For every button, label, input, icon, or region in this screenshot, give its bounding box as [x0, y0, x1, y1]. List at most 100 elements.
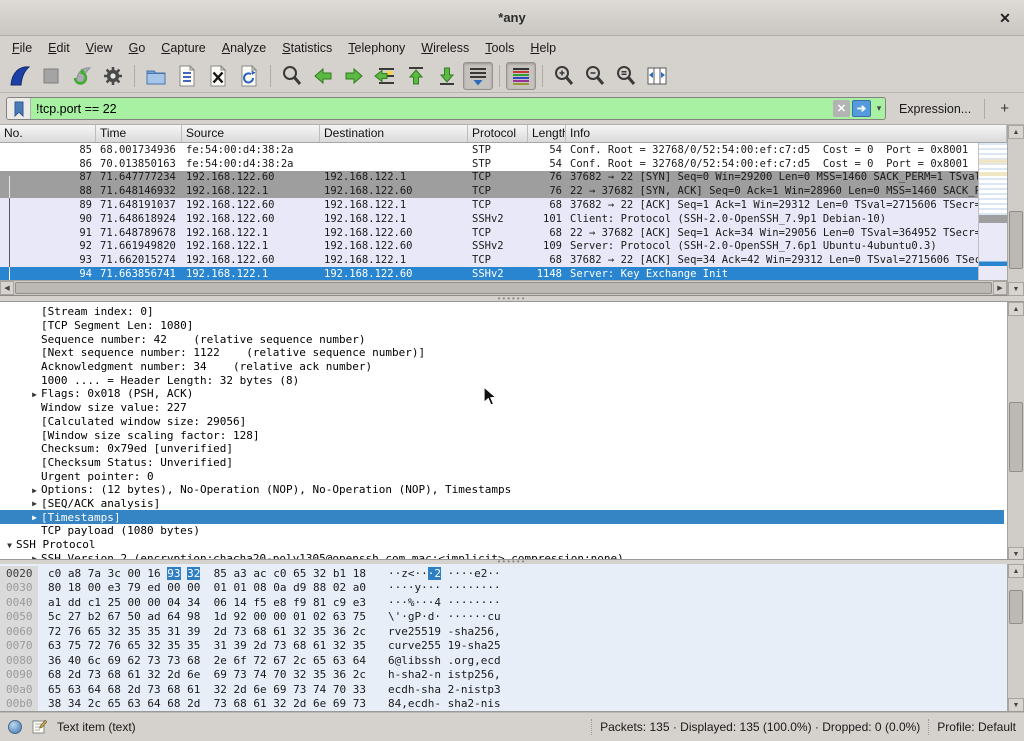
capture-comment-icon[interactable] [32, 719, 47, 734]
menu-tools[interactable]: Tools [477, 38, 522, 58]
capture-start-button[interactable] [5, 62, 35, 90]
hex-row[interactable]: 009068 2d 73 68 61 32 2d 6e 69 73 74 70 … [0, 668, 1004, 683]
capture-stop-button[interactable] [36, 62, 66, 90]
menu-capture[interactable]: Capture [153, 38, 213, 58]
detail-row[interactable]: TCP payload (1080 bytes) [0, 524, 1004, 538]
expand-collapsed-icon[interactable]: ▶ [28, 512, 41, 522]
hex-row[interactable]: 0020c0 a8 7a 3c 00 16 93 32 85 a3 ac c0 … [0, 566, 1004, 581]
scroll-down-arrow-icon[interactable]: ▼ [1008, 547, 1024, 560]
expert-info-icon[interactable] [8, 720, 22, 734]
column-header-time[interactable]: Time [96, 125, 182, 142]
scroll-down-arrow-icon[interactable]: ▼ [1008, 282, 1024, 296]
hex-row[interactable]: 00b038 34 2c 65 63 64 68 2d 73 68 61 32 … [0, 697, 1004, 712]
packet-row[interactable]: 8670.013850163fe:54:00:d4:38:2aSTP54Conf… [0, 157, 978, 171]
scroll-up-arrow-icon[interactable]: ▲ [1008, 302, 1024, 316]
expand-collapsed-icon[interactable]: ▶ [28, 389, 41, 399]
scroll-down-arrow-icon[interactable]: ▼ [1008, 698, 1024, 712]
detail-row[interactable]: Acknowledgment number: 34 (relative ack … [0, 360, 1004, 374]
capture-options-button[interactable] [98, 62, 128, 90]
packet-list-minimap[interactable] [978, 143, 1007, 281]
detail-row[interactable]: ▼SSH Protocol [0, 538, 1004, 552]
column-header-source[interactable]: Source [182, 125, 320, 142]
scrollbar-thumb[interactable] [15, 282, 992, 294]
detail-row[interactable]: [TCP Segment Len: 1080] [0, 319, 1004, 333]
find-packet-button[interactable] [277, 62, 307, 90]
detail-row[interactable]: [Next sequence number: 1122 (relative se… [0, 346, 1004, 360]
scrollbar-thumb[interactable] [1009, 402, 1023, 472]
packet-row[interactable]: 8771.647777234192.168.122.60192.168.122.… [0, 171, 978, 185]
file-save-button[interactable] [172, 62, 202, 90]
column-header-protocol[interactable]: Protocol [468, 125, 528, 142]
go-last-packet-button[interactable] [432, 62, 462, 90]
detail-row[interactable]: ▶Options: (12 bytes), No-Operation (NOP)… [0, 483, 1004, 497]
colorize-toggle-button[interactable] [506, 62, 536, 90]
packet-row[interactable]: 8871.648146932192.168.122.1192.168.122.6… [0, 184, 978, 198]
details-vertical-scrollbar[interactable]: ▲ ▼ [1007, 302, 1024, 560]
menu-go[interactable]: Go [121, 38, 154, 58]
display-filter-input[interactable] [31, 98, 833, 119]
menu-telephony[interactable]: Telephony [340, 38, 413, 58]
file-reload-button[interactable] [234, 62, 264, 90]
go-first-packet-button[interactable] [401, 62, 431, 90]
hex-row[interactable]: 00505c 27 b2 67 50 ad 64 98 1d 92 00 00 … [0, 610, 1004, 625]
detail-row[interactable]: Sequence number: 42 (relative sequence n… [0, 332, 1004, 346]
column-header-info[interactable]: Info [566, 125, 1007, 142]
bytes-vertical-scrollbar[interactable]: ▲ ▼ [1007, 564, 1024, 712]
column-header-length[interactable]: Length [528, 125, 566, 142]
column-header-no[interactable]: No. [0, 125, 96, 142]
expand-expanded-icon[interactable]: ▼ [3, 540, 16, 550]
file-close-button[interactable] [203, 62, 233, 90]
hex-row[interactable]: 003080 18 00 e3 79 ed 00 00 01 01 08 0a … [0, 581, 1004, 596]
detail-row[interactable]: 1000 .... = Header Length: 32 bytes (8) [0, 373, 1004, 387]
expression-button[interactable]: Expression... [892, 99, 978, 119]
packet-row[interactable]: 9471.663856741192.168.122.1192.168.122.6… [0, 267, 978, 281]
packet-row[interactable]: 8568.001734936fe:54:00:d4:38:2aSTP54Conf… [0, 143, 978, 157]
go-forward-button[interactable] [339, 62, 369, 90]
close-window-button[interactable]: ✕ [995, 8, 1015, 28]
resize-columns-button[interactable] [642, 62, 672, 90]
add-filter-button[interactable]: + [991, 100, 1018, 117]
menu-wireless[interactable]: Wireless [413, 38, 477, 58]
go-to-packet-button[interactable] [370, 62, 400, 90]
expand-collapsed-icon[interactable]: ▶ [28, 485, 41, 495]
menu-analyze[interactable]: Analyze [214, 38, 274, 58]
capture-restart-button[interactable] [67, 62, 97, 90]
packet-row[interactable]: 9171.648789678192.168.122.1192.168.122.6… [0, 226, 978, 240]
expand-collapsed-icon[interactable]: ▶ [28, 498, 41, 508]
menu-view[interactable]: View [78, 38, 121, 58]
scroll-up-arrow-icon[interactable]: ▲ [1008, 564, 1024, 578]
filter-apply-button[interactable]: ➔ [852, 100, 871, 117]
menu-file[interactable]: File [4, 38, 40, 58]
zoom-in-button[interactable] [549, 62, 579, 90]
packet-list-vertical-scrollbar[interactable]: ▲ ▼ [1007, 125, 1024, 296]
filter-bookmark-button[interactable] [7, 98, 31, 119]
hex-row[interactable]: 008036 40 6c 69 62 73 73 68 2e 6f 72 67 … [0, 653, 1004, 668]
packet-row[interactable]: 9071.648618924192.168.122.60192.168.122.… [0, 212, 978, 226]
column-header-destination[interactable]: Destination [320, 125, 468, 142]
menu-statistics[interactable]: Statistics [274, 38, 340, 58]
detail-row[interactable]: Window size value: 227 [0, 401, 1004, 415]
detail-row[interactable]: ▶SSH Version 2 (encryption:chacha20-poly… [0, 551, 1004, 560]
hex-row[interactable]: 007063 75 72 76 65 32 35 35 31 39 2d 73 … [0, 639, 1004, 654]
zoom-out-button[interactable] [580, 62, 610, 90]
expand-collapsed-icon[interactable]: ▶ [28, 553, 41, 560]
detail-row[interactable]: ▶Flags: 0x018 (PSH, ACK) [0, 387, 1004, 401]
menu-edit[interactable]: Edit [40, 38, 78, 58]
detail-row[interactable]: [Checksum Status: Unverified] [0, 456, 1004, 470]
scroll-up-arrow-icon[interactable]: ▲ [1008, 125, 1024, 139]
hex-row[interactable]: 00a065 63 64 68 2d 73 68 61 32 2d 6e 69 … [0, 682, 1004, 697]
scrollbar-thumb[interactable] [1009, 211, 1023, 269]
detail-row[interactable]: Urgent pointer: 0 [0, 469, 1004, 483]
file-open-button[interactable] [141, 62, 171, 90]
detail-row[interactable]: ▶[SEQ/ACK analysis] [0, 497, 1004, 511]
packet-list-horizontal-scrollbar[interactable]: ◀ ▶ [0, 280, 1007, 295]
filter-dropdown-caret[interactable]: ▾ [873, 103, 885, 114]
packet-row[interactable]: 9271.661949820192.168.122.1192.168.122.6… [0, 240, 978, 254]
detail-row[interactable]: [Window size scaling factor: 128] [0, 428, 1004, 442]
scrollbar-thumb[interactable] [1009, 590, 1023, 624]
scroll-right-arrow-icon[interactable]: ▶ [993, 281, 1007, 295]
zoom-original-button[interactable] [611, 62, 641, 90]
detail-row[interactable]: ▶[Timestamps] [0, 510, 1004, 524]
packet-row[interactable]: 8971.648191037192.168.122.60192.168.122.… [0, 198, 978, 212]
hex-row[interactable]: 006072 76 65 32 35 35 31 39 2d 73 68 61 … [0, 624, 1004, 639]
